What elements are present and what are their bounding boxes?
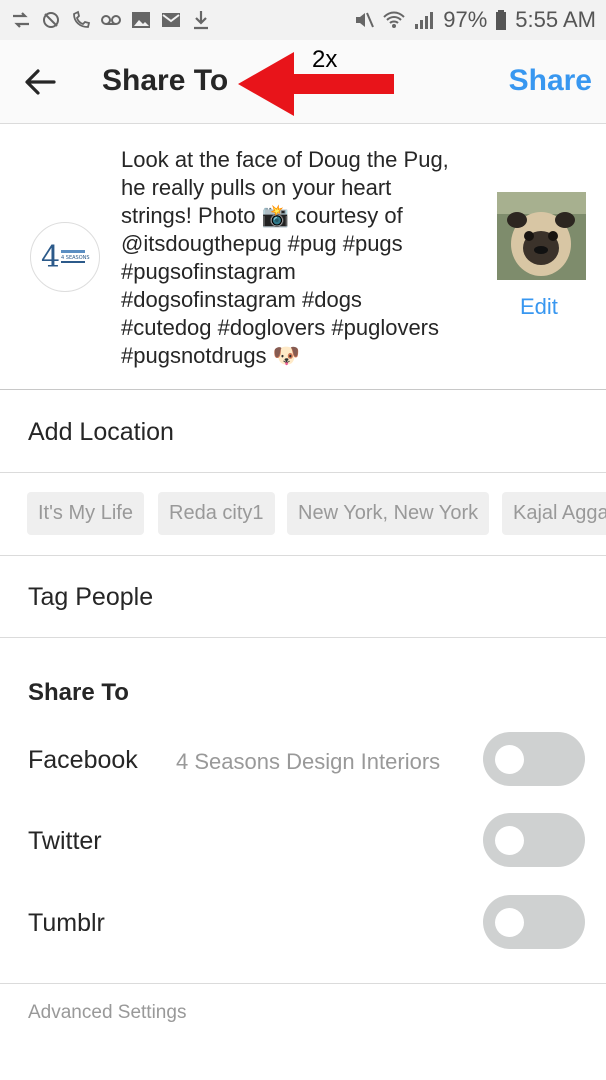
status-bar-system: 97% 5:55 AM [353,7,596,33]
signal-icon [413,10,435,30]
toggle-knob [495,826,524,855]
tag-people-row[interactable]: Tag People [0,556,606,638]
sync-icon [10,10,32,30]
mail-icon [160,10,182,30]
share-button[interactable]: Share [509,64,592,98]
red-arrow-annotation [238,52,394,116]
download-icon [190,10,212,30]
twitter-toggle[interactable] [483,813,585,867]
no-sim-icon [40,10,62,30]
edit-button[interactable]: Edit [520,294,558,320]
add-location-label: Add Location [28,418,174,446]
battery-percent: 97% [443,7,488,32]
location-chip[interactable]: Kajal Agga [502,492,606,535]
four-seasons-logo: 4 4 SEASONS [41,240,90,275]
tumblr-label: Tumblr [28,909,105,937]
caption-text[interactable]: Look at the face of Doug the Pug, he rea… [121,146,481,370]
tumblr-toggle[interactable] [483,895,585,949]
location-chip[interactable]: Reda city1 [158,492,275,535]
status-bar: 97% 5:55 AM [0,0,606,40]
svg-text:4: 4 [41,240,60,275]
image-icon [130,10,152,30]
location-chip[interactable]: It's My Life [27,492,144,535]
missed-call-icon [70,10,92,30]
mute-icon [353,10,375,30]
battery-icon [495,10,507,30]
facebook-toggle[interactable] [483,732,585,786]
location-suggestions: It's My Life Reda city1 New York, New Yo… [0,473,606,556]
page-title: Share To [102,64,229,97]
status-bar-notifications [10,10,212,30]
add-location-row[interactable]: Add Location [0,390,606,473]
advanced-settings-link[interactable]: Advanced Settings [28,1002,186,1024]
wifi-icon [383,10,405,30]
avatar-logo-text: 4 SEASONS [61,255,90,261]
toggle-knob [495,908,524,937]
post-thumbnail[interactable] [497,192,586,280]
facebook-label: Facebook [28,746,138,774]
voicemail-icon [100,10,122,30]
share-to-heading: Share To [28,679,129,706]
back-arrow-icon[interactable] [22,64,58,100]
pug-photo [497,192,586,280]
profile-avatar: 4 4 SEASONS [30,222,100,292]
twitter-label: Twitter [28,827,102,855]
tag-people-label: Tag People [28,583,154,611]
post-caption-section: 4 4 SEASONS Look at the face of Doug the… [0,124,606,390]
location-chip[interactable]: New York, New York [287,492,490,535]
status-time: 5:55 AM [515,7,596,32]
toggle-knob [495,745,524,774]
facebook-account: 4 Seasons Design Interiors [176,749,441,774]
share-to-section: Share To Facebook 4 Seasons Design Inter… [0,638,606,984]
